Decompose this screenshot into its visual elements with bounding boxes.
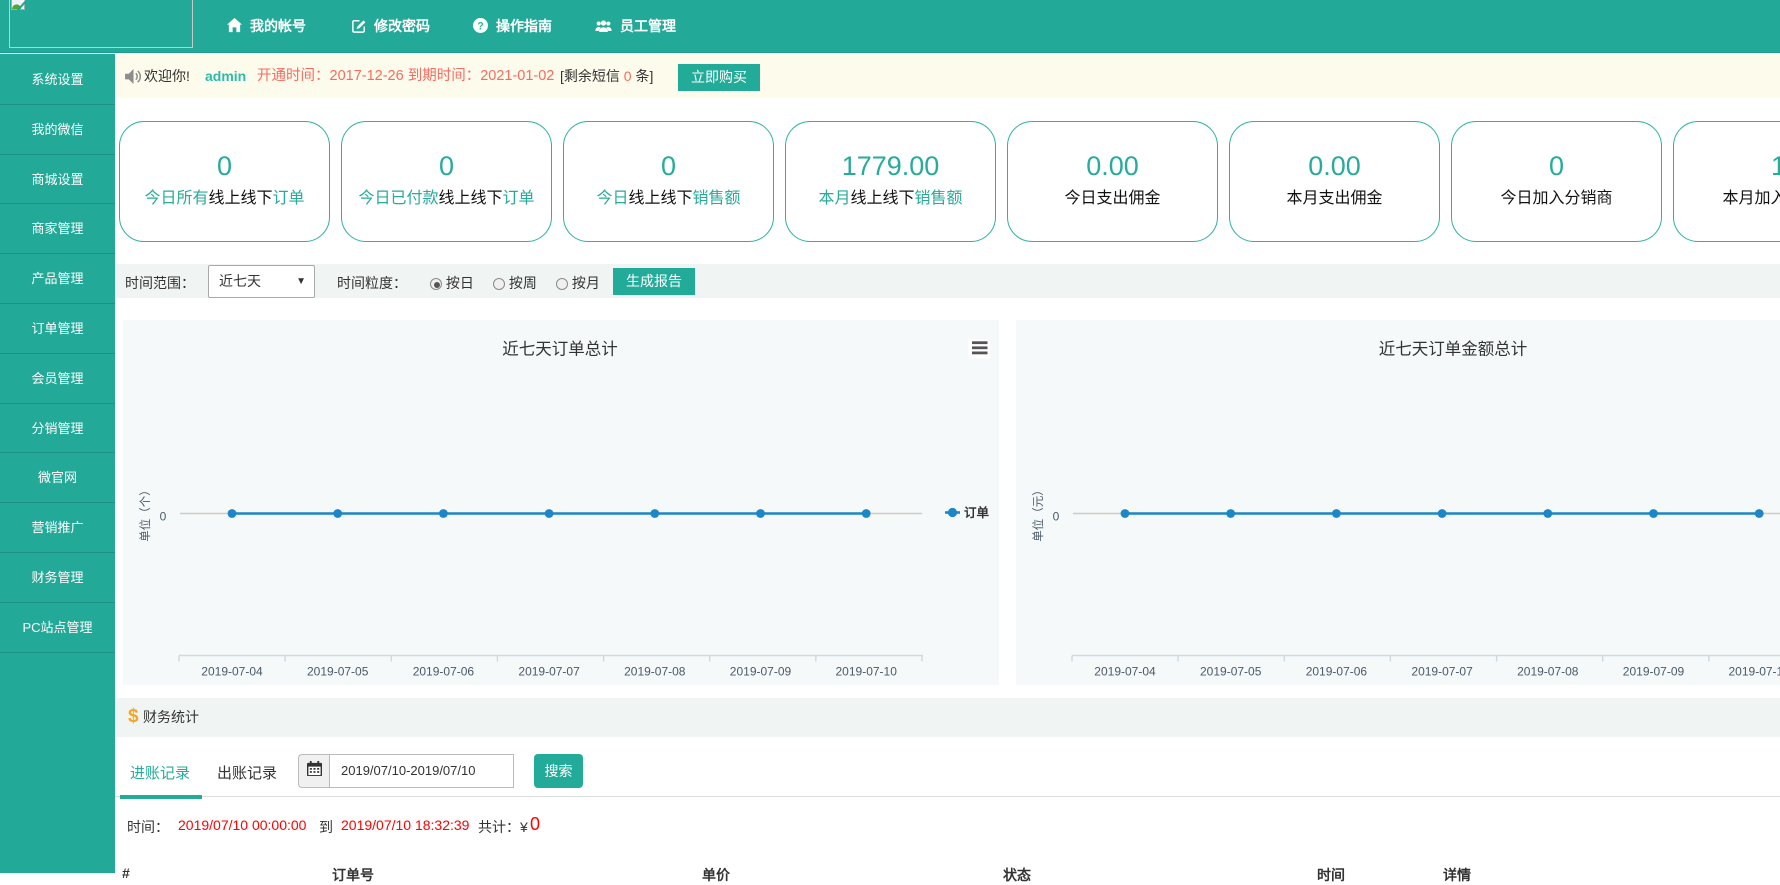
svg-text:2019-07-04: 2019-07-04	[201, 665, 263, 679]
svg-text:订单: 订单	[964, 505, 990, 520]
svg-text:近七天订单金额总计: 近七天订单金额总计	[1379, 340, 1528, 359]
svg-text:2019-07-07: 2019-07-07	[1411, 665, 1473, 679]
svg-text:2019-07-09: 2019-07-09	[730, 665, 792, 679]
svg-text:2019-07-07: 2019-07-07	[518, 665, 580, 679]
svg-text:2019-07-04: 2019-07-04	[1094, 665, 1156, 679]
svg-text:2019-07-10: 2019-07-10	[1729, 665, 1780, 679]
svg-text:单位（个）: 单位（个）	[138, 484, 152, 542]
svg-text:2019-07-09: 2019-07-09	[1623, 665, 1685, 679]
svg-text:单位（元）: 单位（元）	[1031, 484, 1045, 542]
svg-text:2019-07-06: 2019-07-06	[1306, 665, 1368, 679]
svg-text:2019-07-10: 2019-07-10	[836, 665, 898, 679]
svg-text:?: ?	[477, 21, 484, 33]
svg-text:近七天订单总计: 近七天订单总计	[502, 340, 618, 359]
svg-text:2019-07-08: 2019-07-08	[1517, 665, 1579, 679]
svg-text:2019-07-06: 2019-07-06	[413, 665, 475, 679]
svg-text:2019-07-05: 2019-07-05	[307, 665, 369, 679]
svg-text:2019-07-05: 2019-07-05	[1200, 665, 1262, 679]
svg-text:0: 0	[160, 510, 167, 524]
svg-text:0: 0	[1053, 510, 1060, 524]
svg-text:2019-07-08: 2019-07-08	[624, 665, 686, 679]
